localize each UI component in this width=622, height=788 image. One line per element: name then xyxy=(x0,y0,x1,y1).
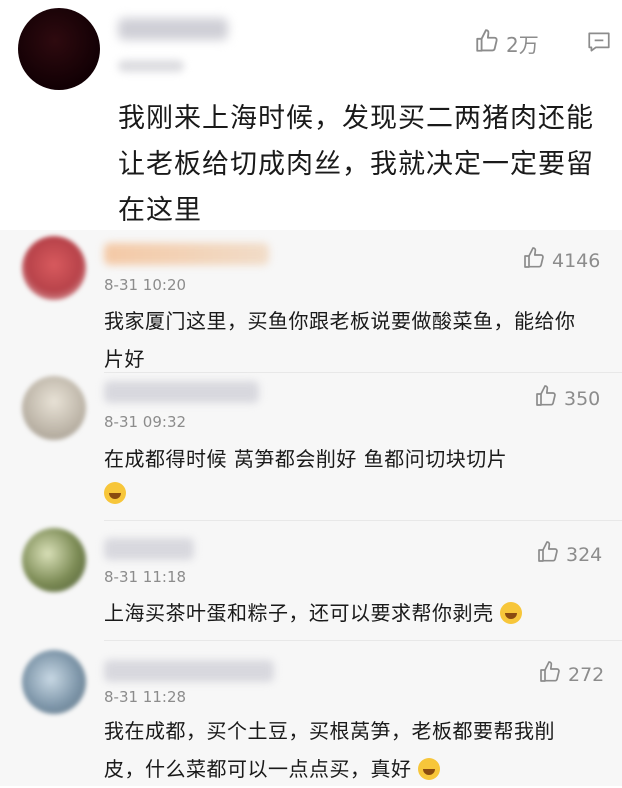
thumbs-up-icon xyxy=(534,384,558,413)
thumbs-up-icon xyxy=(522,246,546,275)
main-username-blurred xyxy=(118,18,228,40)
comment-like-button[interactable]: 4146 xyxy=(522,246,600,275)
main-like-count: 2万 xyxy=(506,33,539,57)
emoji-icon xyxy=(500,602,523,624)
comment-text: 上海买茶叶蛋和粽子，还可以要求帮你剥壳 xyxy=(104,594,604,632)
main-like-button[interactable]: 2万 xyxy=(474,28,539,59)
comment-like-count: 350 xyxy=(564,387,601,410)
reply-button[interactable] xyxy=(586,29,612,59)
comment-avatar[interactable] xyxy=(22,528,86,592)
comment-divider xyxy=(104,520,622,521)
comment-text-content: 上海买茶叶蛋和粽子，还可以要求帮你剥壳 xyxy=(104,601,494,625)
comment-time: 8-31 11:18 xyxy=(104,568,187,586)
comment-divider xyxy=(104,372,622,373)
comment-username-blurred xyxy=(104,243,269,265)
main-subtitle-blurred xyxy=(118,60,184,72)
comment-text: 我家厦门这里，买鱼你跟老板说要做酸菜鱼，能给你片好 xyxy=(104,309,576,371)
emoji-icon xyxy=(418,758,441,780)
comment-text: 在成都得时候 莴笋都会削好 鱼都问切块切片 xyxy=(104,447,508,471)
comment-time: 8-31 10:20 xyxy=(104,276,187,294)
thumbs-up-icon xyxy=(538,660,562,689)
main-avatar[interactable] xyxy=(18,8,100,90)
comment-like-count: 4146 xyxy=(552,249,601,272)
comment-like-count: 272 xyxy=(568,663,605,686)
main-post-text: 我刚来上海时候，发现买二两猪肉还能让老板给切成肉丝，我就决定一定要留在这里 xyxy=(118,103,594,226)
comment-like-button[interactable]: 350 xyxy=(534,384,600,413)
comment-time: 8-31 11:28 xyxy=(104,688,187,706)
comment-avatar[interactable] xyxy=(22,650,86,714)
comment-like-button[interactable]: 324 xyxy=(536,540,602,569)
reply-icon xyxy=(586,32,612,59)
comment-avatar[interactable] xyxy=(22,376,86,440)
comment-username-blurred xyxy=(104,538,194,560)
comment-divider xyxy=(104,640,622,641)
emoji-icon xyxy=(104,482,126,504)
comment-username-blurred xyxy=(104,660,274,682)
comment-like-button[interactable]: 272 xyxy=(538,660,604,689)
comment-time: 8-31 09:32 xyxy=(104,413,187,431)
thumbs-up-icon xyxy=(536,540,560,569)
comment-text: 我在成都，买个土豆，买根莴笋，老板都要帮我削皮，什么菜都可以一点点买，真好 xyxy=(104,712,584,788)
comment-username-blurred xyxy=(104,381,259,403)
comment-like-count: 324 xyxy=(566,543,603,566)
comment-text-content: 我在成都，买个土豆，买根莴笋，老板都要帮我削皮，什么菜都可以一点点买，真好 xyxy=(104,719,555,781)
comment-avatar[interactable] xyxy=(22,236,86,300)
thumbs-up-icon xyxy=(474,28,500,59)
